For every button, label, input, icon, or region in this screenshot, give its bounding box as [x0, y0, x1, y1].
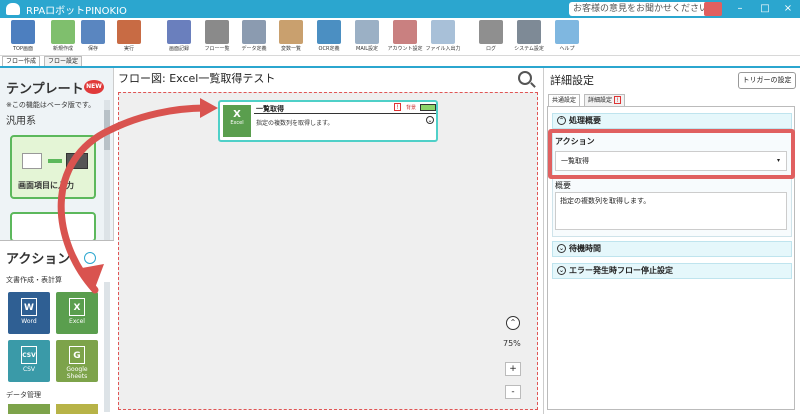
section-error-header[interactable]: ⌄ エラー発生時フロー停止設定	[552, 263, 792, 279]
section-wait-header[interactable]: ⌄ 待機時間	[552, 241, 792, 257]
arrow-path	[57, 104, 209, 294]
detail-title: 詳細設定	[550, 74, 594, 87]
tab-common-settings[interactable]: 共通設定	[548, 94, 581, 106]
chevron-down-icon: ⌄	[557, 266, 566, 275]
warning-icon: !	[614, 96, 622, 104]
zoom-reset-icon[interactable]: ⌃	[506, 316, 520, 330]
tab-detail-settings[interactable]: 詳細設定!	[584, 94, 626, 106]
zoom-level: 75%	[503, 339, 521, 348]
chevron-down-icon: ⌄	[557, 244, 566, 253]
overview-textarea[interactable]: 指定の複数列を取得します。	[555, 192, 787, 230]
section-summary-header[interactable]: ⌃ 処理概要	[552, 113, 792, 129]
overview-label: 概要	[555, 181, 571, 190]
zoom-out-button[interactable]: -	[505, 385, 521, 399]
detail-panel: 詳細設定 トリガーの設定 共通設定 詳細設定! ⌃ 処理概要 ⌄ 待機時間 ⌄ エラー…	[543, 68, 800, 414]
zoom-in-button[interactable]: +	[505, 362, 521, 376]
trigger-settings-button[interactable]: トリガーの設定	[738, 72, 796, 89]
arrow-head	[200, 98, 218, 118]
chevron-up-icon: ⌃	[557, 116, 566, 125]
highlight-box	[548, 129, 795, 179]
